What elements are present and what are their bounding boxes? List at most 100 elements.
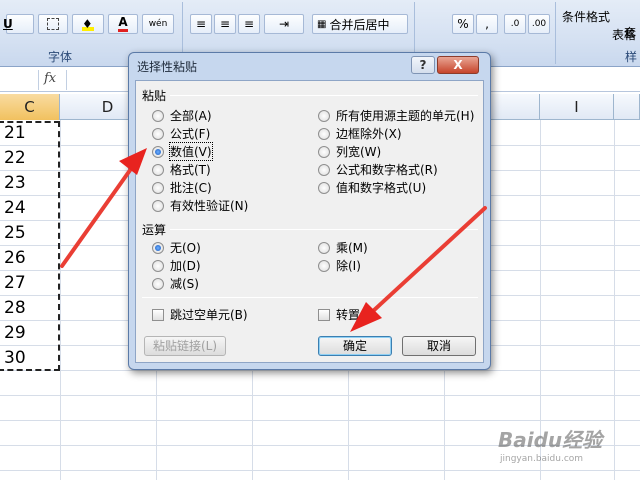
radio-paste-all[interactable]: 全部(A) [152,107,212,124]
font-color-button[interactable]: A [108,14,138,34]
radio-paste-formats[interactable]: 格式(T) [152,161,211,178]
comma-button[interactable]: , [476,14,498,34]
column-header-h[interactable] [488,94,540,120]
option-label: 加(D) [170,259,201,273]
indent-button[interactable]: ⇥ [264,14,304,34]
gridline [0,420,640,421]
percent-button[interactable]: % [452,14,474,34]
increase-decimal-icon: .0 [510,19,520,29]
fill-bucket-icon: ♦ [82,17,94,31]
gridline [0,370,640,371]
paste-special-dialog: 选择性粘贴 ? X 粘贴 全部(A) 公式(F) 数值(V) 格式(T) 批注(… [128,52,491,370]
fx-icon[interactable]: fx [44,71,56,86]
merge-center-button[interactable]: ▦ 合并后居中 [312,14,408,34]
radio-op-multiply[interactable]: 乘(M) [318,239,368,256]
radio-paste-no-borders[interactable]: 边框除外(X) [318,125,402,142]
align-left-icon: ≡ [195,17,207,31]
option-label: 有效性验证(N) [170,199,249,213]
paste-section-label: 粘贴 [142,89,167,103]
align-right-button[interactable]: ≡ [238,14,260,34]
borders-icon [47,18,59,30]
option-label: 全部(A) [170,109,212,123]
option-label: 除(I) [336,259,361,273]
align-left-button[interactable]: ≡ [190,14,212,34]
border-button[interactable]: U [3,14,34,34]
align-right-icon: ≡ [243,17,255,31]
watermark: Baidu经验 jingyan.baidu.com [498,424,603,464]
radio-op-subtract[interactable]: 减(S) [152,275,199,292]
align-center-icon: ≡ [219,17,231,31]
radio-indicator [152,277,164,290]
conditional-format-button[interactable]: 条件格式 [562,8,610,25]
close-button[interactable]: X [437,56,479,74]
fill-color-button[interactable]: ♦ [72,14,104,34]
gridline [0,395,640,396]
help-button[interactable]: ? [411,56,435,74]
borders-button[interactable] [38,14,68,34]
merge-icon: ▦ [317,18,327,30]
checkbox-transpose[interactable]: 转置(E) [318,306,377,323]
paste-section-divider [170,95,478,96]
column-header-i[interactable]: I [540,94,614,120]
checkbox-divider [142,297,478,298]
option-label: 所有使用源主题的单元(H) [336,109,475,123]
column-header-j[interactable] [614,94,640,120]
namebox-separator [38,70,39,90]
operation-section-label: 运算 [142,223,167,237]
radio-paste-comments[interactable]: 批注(C) [152,179,212,196]
table-format-button[interactable]: 表格 [612,26,636,43]
checkbox-skip-blanks[interactable]: 跳过空单元(B) [152,306,248,323]
copy-marquee [0,121,60,371]
radio-op-divide[interactable]: 除(I) [318,257,361,274]
radio-indicator [152,163,164,176]
option-label: 公式和数字格式(R) [336,163,438,177]
radio-indicator [318,127,330,140]
decrease-decimal-icon: .00 [531,19,547,29]
phonetic-button[interactable]: wén [142,14,174,34]
align-center-button[interactable]: ≡ [214,14,236,34]
indent-icon: ⇥ [278,17,290,31]
phonetic-icon: wén [148,19,168,29]
cancel-button[interactable]: 取消 [402,336,476,356]
gridline [614,120,615,480]
radio-indicator [318,109,330,122]
watermark-url: jingyan.baidu.com [500,454,584,464]
radio-op-add[interactable]: 加(D) [152,257,201,274]
dialog-body: 粘贴 全部(A) 公式(F) 数值(V) 格式(T) 批注(C) 有效性验证(N… [135,80,484,363]
radio-indicator-selected [152,145,164,158]
decrease-decimal-button[interactable]: .00 [528,14,550,34]
formula-separator [66,70,67,90]
option-label: 减(S) [170,277,199,291]
radio-indicator [318,181,330,194]
checkbox-indicator [152,308,164,321]
radio-paste-column-widths[interactable]: 列宽(W) [318,143,381,160]
radio-indicator [152,181,164,194]
style-group-label: 样 [624,50,637,64]
radio-indicator [152,199,164,212]
option-label: 数值(V) [169,142,213,161]
radio-indicator [318,259,330,272]
comma-label: , [485,17,489,31]
option-label: 跳过空单元(B) [170,308,248,322]
increase-decimal-button[interactable]: .0 [504,14,526,34]
column-header-c[interactable]: C [0,94,60,120]
paste-link-button[interactable]: 粘贴链接(L) [144,336,226,356]
option-label: 边框除外(X) [336,127,402,141]
radio-paste-formulas-numbers[interactable]: 公式和数字格式(R) [318,161,438,178]
operation-section-divider [170,229,478,230]
radio-paste-values[interactable]: 数值(V) [152,142,213,161]
dialog-title: 选择性粘贴 [137,60,198,74]
ok-button[interactable]: 确定 [318,336,392,356]
font-group-label: 字体 [47,50,72,64]
radio-indicator [318,241,330,254]
radio-paste-source-theme[interactable]: 所有使用源主题的单元(H) [318,107,474,124]
radio-paste-formulas[interactable]: 公式(F) [152,125,210,142]
radio-op-none[interactable]: 无(O) [152,239,201,256]
option-label: 列宽(W) [336,145,382,159]
percent-label: % [457,17,469,31]
merge-center-label: 合并后居中 [329,17,390,32]
radio-paste-values-numbers[interactable]: 值和数字格式(U) [318,179,426,196]
checkbox-indicator [318,308,330,321]
radio-paste-validation[interactable]: 有效性验证(N) [152,197,248,214]
watermark-brand: Baidu经验 [498,428,603,452]
